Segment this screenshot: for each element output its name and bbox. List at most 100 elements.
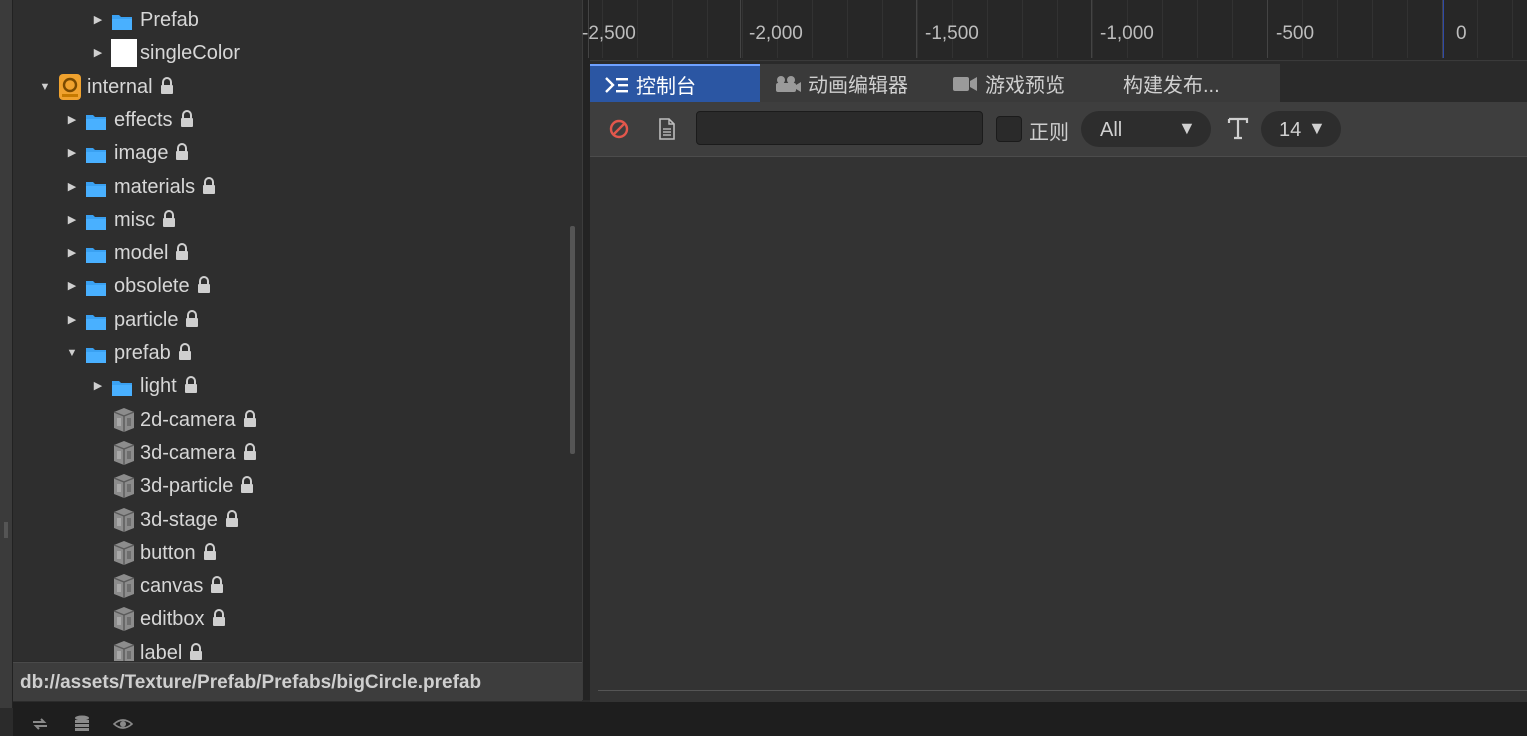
regex-label: 正则 xyxy=(1029,122,1069,144)
expand-arrow-right-icon[interactable]: ▶ xyxy=(65,270,79,303)
asset-name: internal xyxy=(87,75,153,98)
asset-tree-row[interactable]: ▼ prefab xyxy=(13,337,563,370)
ruler-label: -1,500 xyxy=(925,23,979,44)
asset-tree-row[interactable]: label xyxy=(13,637,563,661)
asset-tree-row[interactable]: ▶ Prefab xyxy=(13,4,563,37)
asset-tree-row[interactable]: button xyxy=(13,537,563,570)
white-texture-icon xyxy=(111,39,137,68)
lock-icon xyxy=(212,609,225,627)
asset-tree-label: label xyxy=(140,637,204,661)
expand-arrow-right-icon[interactable]: ▶ xyxy=(65,171,79,204)
asset-tree-row[interactable]: 2d-camera xyxy=(13,404,563,437)
asset-tree-row[interactable]: 3d-particle xyxy=(13,470,563,503)
expand-arrow-right-icon[interactable]: ▶ xyxy=(65,304,79,337)
asset-tree-row[interactable]: canvas xyxy=(13,570,563,603)
ruler-label: -500 xyxy=(1276,23,1315,44)
ruler-fine-gridline xyxy=(742,0,743,58)
ruler-fine-gridline xyxy=(637,0,638,58)
tab-game-preview[interactable]: 游戏预览 xyxy=(940,64,1110,102)
asset-name: button xyxy=(140,541,196,564)
asset-path-bar: db://assets/Texture/Prefab/Prefabs/bigCi… xyxy=(13,662,582,701)
asset-tree-row[interactable]: ▶ effects xyxy=(13,104,563,137)
ruler-label: 0 xyxy=(1456,23,1467,44)
asset-tree-row[interactable]: ▶ model xyxy=(13,237,563,270)
asset-name: prefab xyxy=(114,342,171,364)
asset-tree-label: image xyxy=(114,137,190,170)
asset-tree-row[interactable]: ▶ light xyxy=(13,370,563,403)
prefab-cube-icon xyxy=(111,507,135,532)
chevron-down-icon: ▼ xyxy=(1308,118,1326,138)
asset-tree-row[interactable]: ▶ particle xyxy=(13,304,563,337)
clear-console-icon[interactable] xyxy=(608,118,630,140)
camera-icon xyxy=(953,77,977,91)
resize-nub[interactable] xyxy=(4,522,8,538)
panel-divider[interactable] xyxy=(582,0,590,700)
lock-icon xyxy=(184,376,197,394)
expand-arrow-right-icon[interactable]: ▶ xyxy=(65,204,79,237)
regex-checkbox[interactable] xyxy=(996,116,1022,142)
asset-tree-row[interactable]: ▼ internal xyxy=(13,71,563,104)
ruler-fine-gridline xyxy=(1057,0,1058,58)
animation-icon xyxy=(776,76,801,92)
open-log-file-icon[interactable] xyxy=(657,117,677,141)
font-size-value: 14 xyxy=(1279,119,1302,141)
console-filter-input[interactable] xyxy=(696,111,983,145)
folder-icon xyxy=(85,243,107,264)
asset-tree-row[interactable]: editbox xyxy=(13,603,563,636)
ruler-label: -1,000 xyxy=(1100,23,1154,44)
tab-console[interactable]: 控制台 xyxy=(590,64,760,102)
lock-icon xyxy=(160,76,173,94)
expand-arrow-right-icon[interactable]: ▶ xyxy=(65,237,79,270)
asset-tree-label: Prefab xyxy=(140,4,199,37)
asset-tree-row[interactable]: ▶ image xyxy=(13,137,563,170)
asset-path-text: db://assets/Texture/Prefab/Prefabs/bigCi… xyxy=(20,672,482,693)
ruler-label: -2,000 xyxy=(749,23,803,44)
lock-icon xyxy=(163,209,176,227)
sync-icon[interactable] xyxy=(30,714,50,734)
log-level-value: All xyxy=(1100,119,1123,141)
expand-arrow-right-icon[interactable]: ▶ xyxy=(65,104,79,137)
database-stack-icon[interactable] xyxy=(72,714,92,734)
asset-name: 3d-camera xyxy=(140,441,236,464)
asset-tree-row[interactable]: ▶ obsolete xyxy=(13,270,563,303)
prefab-cube-icon xyxy=(111,540,135,565)
expand-arrow-right-icon[interactable]: ▶ xyxy=(91,37,105,70)
font-size-icon xyxy=(1227,117,1249,140)
prefab-cube-icon xyxy=(111,440,135,465)
asset-tree-row[interactable]: ▶ singleColor xyxy=(13,37,563,70)
eye-icon[interactable] xyxy=(113,714,133,734)
asset-tree-scrollbar-thumb[interactable] xyxy=(570,226,575,454)
ruler-tick xyxy=(1091,0,1092,58)
asset-name: misc xyxy=(114,208,156,231)
ruler-label: -2,500 xyxy=(582,23,636,44)
asset-tree-label: prefab xyxy=(114,337,193,370)
console-output-area[interactable] xyxy=(590,157,1527,702)
tab-animation-editor[interactable]: 动画编辑器 xyxy=(760,64,940,102)
font-size-select[interactable]: 14 ▼ xyxy=(1261,111,1341,147)
expand-arrow-right-icon[interactable]: ▶ xyxy=(65,137,79,170)
prefab-cube-icon xyxy=(111,574,135,599)
asset-name: editbox xyxy=(140,608,205,631)
ruler-fine-gridline xyxy=(1512,0,1513,58)
lock-icon xyxy=(176,143,189,161)
ruler-fine-gridline xyxy=(1337,0,1338,58)
asset-tree-row[interactable]: ▶ misc xyxy=(13,204,563,237)
tab-build-publish[interactable]: 构建发布... xyxy=(1110,64,1280,102)
expand-arrow-down-icon[interactable]: ▼ xyxy=(38,71,52,104)
asset-tree-label: model xyxy=(114,237,190,270)
ruler-fine-gridline xyxy=(1477,0,1478,58)
lock-icon xyxy=(178,343,191,360)
log-level-select[interactable]: All ▼ xyxy=(1081,111,1211,147)
lock-icon xyxy=(190,642,203,660)
folder-icon xyxy=(85,143,107,164)
folder-icon xyxy=(85,310,107,330)
ruler-tick xyxy=(916,0,917,58)
expand-arrow-right-icon[interactable]: ▶ xyxy=(91,370,105,403)
expand-arrow-down-icon[interactable]: ▼ xyxy=(65,337,79,370)
folder-icon xyxy=(85,177,107,197)
expand-arrow-right-icon[interactable]: ▶ xyxy=(91,4,105,37)
asset-tree-row[interactable]: 3d-stage xyxy=(13,504,563,537)
asset-tree-row[interactable]: ▶ materials xyxy=(13,171,563,204)
lock-icon xyxy=(211,576,224,594)
asset-tree-row[interactable]: 3d-camera xyxy=(13,437,563,470)
